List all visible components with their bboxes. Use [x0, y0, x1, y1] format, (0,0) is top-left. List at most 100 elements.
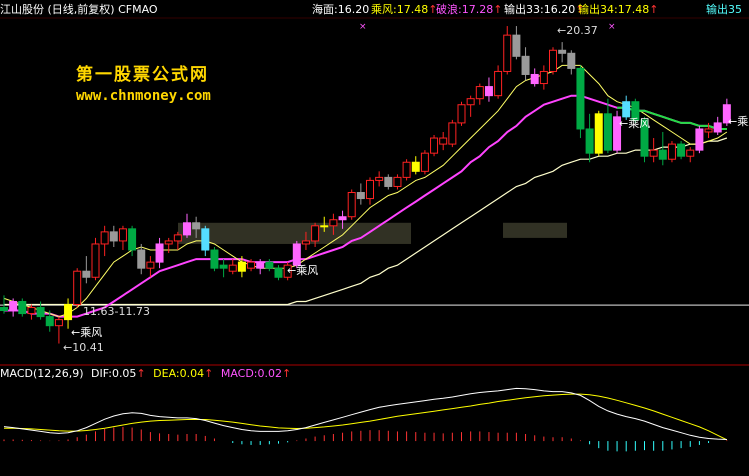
candle-body: [109, 231, 118, 242]
candle-body: [457, 104, 466, 124]
candle-body: [695, 128, 704, 151]
candle-body: [247, 261, 256, 269]
watermark-title: 第一股票公式网: [76, 65, 209, 85]
indicator-label: 输出33:16.20: [504, 3, 576, 16]
candle-body: [384, 176, 393, 187]
candle-body: [329, 219, 338, 227]
arrow-up-icon: ↑: [649, 3, 659, 16]
macd-legend: MACD(12,26,9) DIF:0.05↑ DEA:0.04↑ MACD:0…: [0, 367, 291, 381]
arrow-up-icon: ↑: [282, 367, 292, 380]
indicator-label: 输出34:17.48: [578, 3, 650, 16]
candle-body: [164, 240, 173, 245]
candle-body: [228, 264, 237, 272]
macd-dif-value: DIF:0.05: [91, 367, 137, 380]
indicator-label: 乘风:17.48: [371, 3, 429, 16]
arrow-up-icon: ↑: [204, 367, 214, 380]
indicator-label: 海面:16.20: [312, 3, 370, 16]
signal-label: ←乘风: [619, 117, 651, 130]
candle-body: [64, 303, 73, 321]
candle-body: [704, 128, 713, 133]
candle-body: [256, 261, 265, 269]
macd-histogram-value: MACD:0.02: [220, 367, 282, 380]
arrow-left-icon: ←: [557, 24, 567, 37]
chart-title: 江山股份 (日线,前复权) CFMAO: [0, 3, 158, 16]
signal-label: ←乘风: [728, 115, 749, 128]
candle-body: [530, 73, 539, 85]
arrow-left-icon: ←: [63, 341, 73, 354]
signal-label: ←乘风: [71, 326, 103, 339]
candle-body: [503, 34, 512, 72]
candle-body: [649, 149, 658, 157]
candle-body: [521, 55, 530, 75]
candle-body: [594, 113, 603, 154]
candle-body: [219, 264, 228, 269]
arrow-left-icon: ←: [728, 115, 738, 128]
candle-body: [411, 161, 420, 172]
candle-body: [100, 231, 109, 245]
candle-body: [54, 319, 63, 327]
candle-body: [366, 179, 374, 200]
candle-body: [320, 225, 329, 228]
dif-line: [3, 387, 727, 440]
candle-body: [311, 225, 320, 242]
indicator-legend-item: 输出34:17.48↑: [578, 3, 658, 17]
macd-name: MACD(12,26,9): [0, 367, 84, 380]
candle-body: [192, 222, 201, 230]
candle-body: [667, 143, 676, 160]
candle-body: [356, 192, 365, 200]
indicator-label: 输出35: [706, 3, 742, 16]
candle-body: [448, 122, 457, 145]
candle-body: [484, 86, 493, 97]
candle-body: [183, 222, 191, 236]
candle-body: [210, 249, 219, 269]
candle-body: [420, 152, 429, 172]
arrow-up-icon: ↑: [493, 3, 503, 16]
high-price-label: ←20.37: [557, 24, 598, 37]
indicator-legend-item: 海面:16.20: [312, 3, 369, 17]
candle-body: [82, 270, 91, 278]
ma-long-line: [4, 137, 728, 306]
candle-body: [622, 101, 631, 118]
candle-body: [338, 216, 347, 221]
candle-body: [18, 300, 27, 315]
candle-body: [27, 307, 36, 315]
candle-body: [549, 49, 557, 72]
candle-body: [658, 149, 667, 160]
candle-body: [686, 149, 695, 157]
arrow-left-icon: ←: [287, 264, 297, 277]
candle-body: [677, 143, 686, 157]
candle-body: [146, 261, 155, 269]
candle-body: [91, 243, 100, 278]
indicator-legend-item: 乘风:17.48↑: [371, 3, 437, 17]
candle-body: [237, 261, 246, 272]
candle-body: [265, 261, 274, 269]
candle-body: [201, 228, 210, 251]
candle-body: [292, 243, 301, 266]
candle-body: [36, 307, 45, 318]
candle-body: [512, 34, 521, 57]
candle-body: [494, 70, 503, 97]
signal-label: ←乘风: [287, 264, 319, 277]
cross-marker-icon: ×: [608, 22, 616, 32]
indicator-legend-item: 输出35: [706, 3, 742, 17]
candle-body: [173, 234, 182, 242]
candle-body: [576, 67, 585, 130]
indicator-legend-item: 破浪:17.28↑: [436, 3, 502, 17]
candle-body: [128, 228, 137, 251]
congestion-box: [503, 222, 567, 238]
candle-body: [118, 228, 127, 242]
candle-body: [155, 243, 164, 263]
indicator-legend-item: 输出33:16.20↑: [504, 3, 584, 17]
candle-body: [73, 270, 82, 305]
candle-body: [347, 192, 356, 218]
cross-marker-icon: ×: [359, 22, 367, 32]
candle-body: [475, 86, 484, 100]
candle-body: [430, 137, 439, 154]
candle-body: [301, 240, 310, 245]
candle-body: [567, 52, 576, 69]
arrow-left-icon: ←: [71, 326, 81, 339]
candle-body: [585, 128, 594, 154]
candle-body: [9, 300, 18, 312]
congestion-box: [178, 222, 411, 244]
macd-dea-value: DEA:0.04: [153, 367, 205, 380]
